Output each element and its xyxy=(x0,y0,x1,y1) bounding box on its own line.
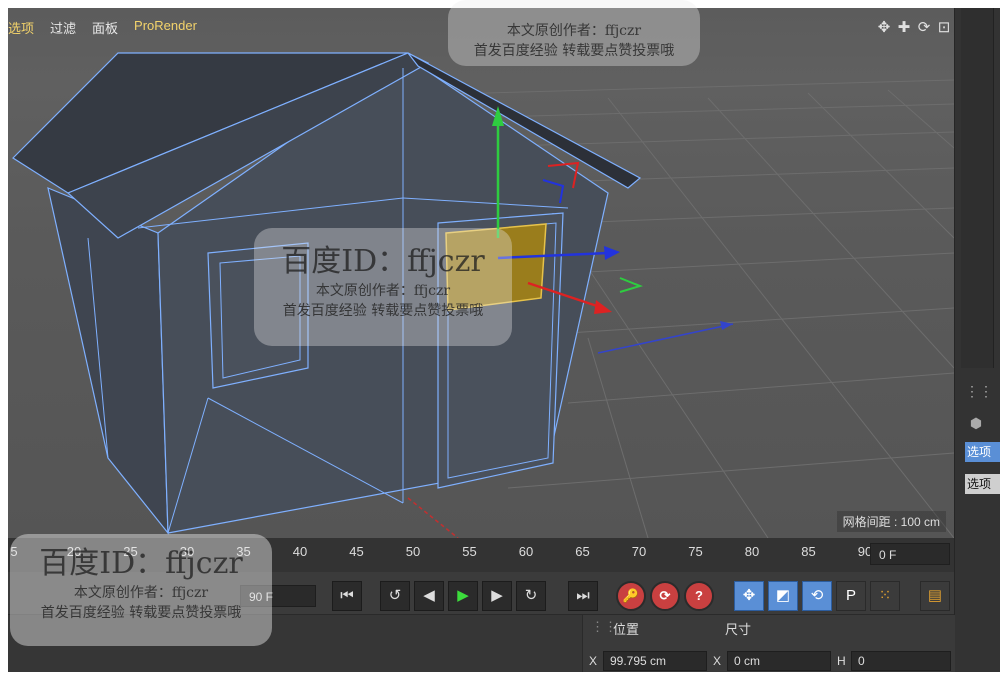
timeline-tick-label: 45 xyxy=(349,544,364,559)
watermark-bottom-left: 百度ID：ffjczr 本文原创作者：ffjczr 首发百度经验 转载要点赞投票… xyxy=(10,534,272,646)
h-rotation-field[interactable]: 0 xyxy=(851,651,951,671)
play-button[interactable]: ▶ xyxy=(448,581,478,611)
h-rotation-label: H xyxy=(837,654,846,668)
scale-tool-button[interactable]: ◩ xyxy=(768,581,798,611)
coordinate-row-x: X 99.795 cm X 0 cm H 0 xyxy=(583,651,955,671)
next-key-button[interactable]: ↻ xyxy=(516,581,546,611)
maximize-view-icon[interactable]: ⊡ xyxy=(936,18,952,36)
go-to-end-button[interactable]: ⏭ xyxy=(568,581,598,611)
move-view-icon[interactable]: ✥ xyxy=(876,18,892,36)
x-axis-handle[interactable] xyxy=(594,300,612,314)
key-help-button[interactable]: ? xyxy=(684,581,714,611)
position-label: 位置 xyxy=(613,622,640,637)
timeline-tick-label: 75 xyxy=(688,544,703,559)
x-position-label: X xyxy=(589,654,598,668)
previous-key-button[interactable]: ↺ xyxy=(380,581,410,611)
watermark-top: 本文原创作者：ffjczr 首发百度经验 转载要点赞投票哦 xyxy=(448,0,700,66)
right-panel-strip: ⋮⋮ ⬢ 选项 选项 xyxy=(954,8,1000,672)
grid-spacing-label: 网格间距 : 100 cm xyxy=(836,511,946,532)
timeline-tick-label: 40 xyxy=(292,544,308,559)
auto-key-button[interactable]: ⟳ xyxy=(650,581,680,611)
world-z-axis xyxy=(407,497,459,538)
watermark-center-id: 百度ID：ffjczr xyxy=(281,244,485,279)
menu-filter[interactable]: 过滤 xyxy=(50,18,76,38)
x-position-field[interactable]: 99.795 cm xyxy=(603,651,707,671)
coordinates-header: ⋮⋮ 位置 尺寸 xyxy=(583,619,955,641)
tab-options-active[interactable]: 选项 xyxy=(965,442,1000,462)
zoom-view-icon[interactable]: ✚ xyxy=(896,18,912,36)
coordinates-panel: ⋮⋮ 位置 尺寸 X 99.795 cm X 0 cm H 0 xyxy=(582,615,955,672)
parameter-tool-button[interactable]: P xyxy=(836,581,866,611)
watermark-bottom-note: 首发百度经验 转载要点赞投票哦 xyxy=(40,605,242,621)
x-size-field[interactable]: 0 cm xyxy=(727,651,831,671)
go-to-start-button[interactable]: ⏮ xyxy=(332,581,362,611)
timeline-tick-label: 70 xyxy=(631,544,647,559)
timeline-tick-label: 85 xyxy=(801,544,816,559)
x-size-label: X xyxy=(713,654,722,668)
timeline-tick-label: 55 xyxy=(462,544,477,559)
watermark-center: 百度ID：ffjczr 本文原创作者：ffjczr 首发百度经验 转载要点赞投票… xyxy=(254,228,512,346)
timeline-tick-label: 80 xyxy=(744,544,760,559)
record-key-button[interactable]: 🔑 xyxy=(616,581,646,611)
rotate-tool-button[interactable]: ⟲ xyxy=(802,581,832,611)
previous-frame-button[interactable]: ◀ xyxy=(414,581,444,611)
menu-panel[interactable]: 面板 xyxy=(92,18,118,38)
tab-options[interactable]: 选项 xyxy=(965,474,1000,494)
grid-tool-icon[interactable]: ⁙ xyxy=(870,581,900,611)
menu-options[interactable]: 选项 xyxy=(8,18,34,38)
move-tool-button[interactable]: ✥ xyxy=(734,581,764,611)
next-frame-button[interactable]: ▶ xyxy=(482,581,512,611)
z-axis-handle[interactable] xyxy=(604,246,620,260)
watermark-bottom-id: 百度ID：ffjczr xyxy=(39,546,243,581)
menu-prorender[interactable]: ProRender xyxy=(134,18,197,38)
rotate-view-icon[interactable]: ⟳ xyxy=(916,18,932,36)
timeline-tick-label: 65 xyxy=(575,544,590,559)
grid-dots-icon[interactable]: ⋮⋮ xyxy=(965,380,993,402)
film-strip-icon[interactable]: ▤ xyxy=(920,581,950,611)
right-panel-top xyxy=(961,8,994,368)
viewport-nav-icons: ✥ ✚ ⟳ ⊡ xyxy=(876,18,952,36)
timeline-tick-label: 60 xyxy=(518,544,534,559)
watermark-center-author: 本文原创作者：ffjczr xyxy=(315,283,451,299)
world-x-axis xyxy=(597,323,734,354)
cube-icon[interactable]: ⬢ xyxy=(965,412,987,434)
viewport-menu: 选项 过滤 面板 ProRender xyxy=(8,18,197,38)
size-label: 尺寸 xyxy=(725,622,752,637)
watermark-center-note: 首发百度经验 转载要点赞投票哦 xyxy=(282,303,484,319)
watermark-bottom-author: 本文原创作者：ffjczr xyxy=(73,585,209,601)
current-frame-field[interactable]: 0 F xyxy=(870,543,950,565)
timeline-tick-label: 50 xyxy=(405,544,421,559)
